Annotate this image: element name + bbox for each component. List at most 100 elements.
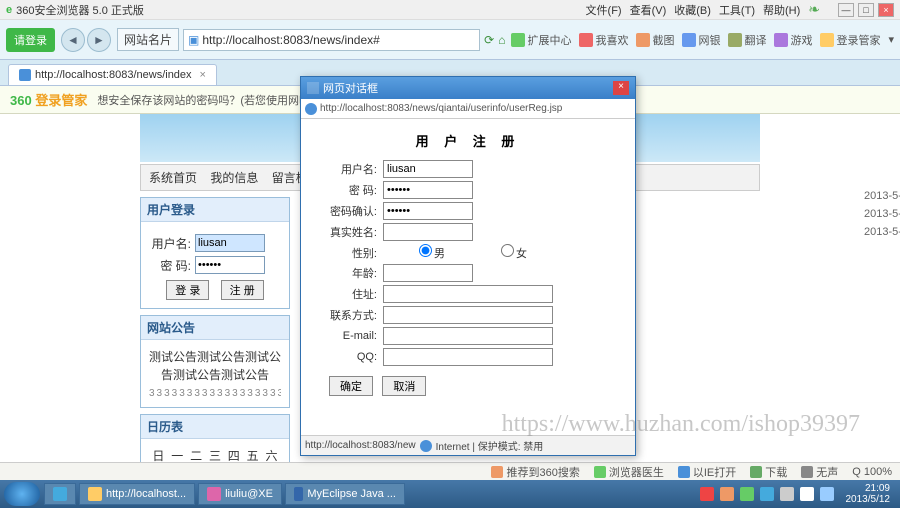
start-button[interactable] xyxy=(4,482,40,506)
reg-gender-male[interactable]: 男 xyxy=(383,244,451,261)
reg-email-input[interactable] xyxy=(383,327,553,345)
browser-statusbar: 推荐到360搜索 浏览器医生 以IE打开 下载 无声 Q 100% xyxy=(0,462,900,480)
bank-button[interactable]: 网银 xyxy=(682,32,720,48)
menu-tool[interactable]: 工具(T) xyxy=(719,2,755,18)
reg-contact-input[interactable] xyxy=(383,306,553,324)
reg-user-input[interactable] xyxy=(383,160,473,178)
dialog-title-text: 网页对话框 xyxy=(323,80,378,96)
sb-mute[interactable]: 无声 xyxy=(801,464,838,480)
tab-close-icon[interactable]: × xyxy=(200,69,206,81)
reg-qq-input[interactable] xyxy=(383,348,553,366)
menu-file[interactable]: 文件(F) xyxy=(586,2,622,18)
tray-date: 2013/5/12 xyxy=(846,494,891,505)
brand-360: 360 登录管家 xyxy=(10,90,87,109)
tray-icon-5[interactable] xyxy=(780,487,794,501)
reg-cancel-button[interactable]: 取消 xyxy=(382,376,426,396)
login-pass-label: 密 码: xyxy=(149,257,191,274)
sb-pin[interactable]: 推荐到360搜索 xyxy=(491,464,579,480)
reg-gender-female-radio[interactable] xyxy=(501,244,514,257)
home-button[interactable]: ⌂ xyxy=(498,33,505,47)
reg-realname-input[interactable] xyxy=(383,223,473,241)
maximize-button[interactable]: □ xyxy=(858,3,874,17)
site-card-button[interactable]: 网站名片 xyxy=(117,28,179,51)
dialog-icon xyxy=(307,82,319,94)
translate-button[interactable]: 翻译 xyxy=(728,32,766,48)
game-button[interactable]: 游戏 xyxy=(774,32,812,48)
tab-active[interactable]: http://localhost:8083/news/index × xyxy=(8,64,217,85)
reg-pass-input[interactable] xyxy=(383,181,473,199)
notice-scroll: 33333333333333333333333333 xyxy=(149,388,281,399)
tray-icon-7[interactable] xyxy=(820,487,834,501)
sb-ie-open[interactable]: 以IE打开 xyxy=(678,464,736,480)
refresh-button[interactable]: ⟳ xyxy=(484,33,494,47)
tray-time: 21:09 xyxy=(846,483,891,494)
nav-myinfo[interactable]: 我的信息 xyxy=(210,171,258,185)
task-eclipse[interactable]: MyEclipse Java ... xyxy=(285,483,405,505)
reg-qq-label: QQ: xyxy=(315,351,383,363)
dialog-status-zone: Internet | 保护模式: 禁用 xyxy=(436,438,544,453)
reg-gender-female[interactable]: 女 xyxy=(465,244,533,261)
reg-confirm-input[interactable] xyxy=(383,202,473,220)
login-register-button[interactable]: 注 册 xyxy=(221,280,264,300)
sb-zoom[interactable]: Q 100% xyxy=(852,466,892,478)
menu-view[interactable]: 查看(V) xyxy=(630,2,667,18)
task-browser[interactable]: http://localhost... xyxy=(79,483,195,505)
tray-icon-4[interactable] xyxy=(760,487,774,501)
reg-confirm-label: 密码确认: xyxy=(315,203,383,219)
reg-age-input[interactable] xyxy=(383,264,473,282)
dialog-close-button[interactable]: × xyxy=(613,81,629,95)
tray-icon-3[interactable] xyxy=(740,487,754,501)
nav-forward-button[interactable]: ► xyxy=(87,28,111,52)
screenshot-button[interactable]: 截图 xyxy=(636,32,674,48)
task-ie[interactable] xyxy=(44,483,76,505)
calendar-header: 日历表 xyxy=(141,415,289,439)
key-icon xyxy=(820,33,834,47)
db-task-icon xyxy=(207,487,221,501)
nav-back-button[interactable]: ◄ xyxy=(61,28,85,52)
ie-zone-icon xyxy=(420,440,432,452)
ie-task-icon xyxy=(53,487,67,501)
menu-help[interactable]: 帮助(H) xyxy=(763,2,800,18)
game-icon xyxy=(774,33,788,47)
login-mgr-button[interactable]: 登录管家 xyxy=(820,32,880,48)
tray-icon-2[interactable] xyxy=(720,487,734,501)
minimize-button[interactable]: — xyxy=(838,3,854,17)
login-pass-input[interactable] xyxy=(195,256,265,274)
ie-icon xyxy=(678,466,690,478)
news-date-2: 2013-5-12 21:04:23 xyxy=(864,208,900,220)
browser-titlebar: e 360安全浏览器 5.0 正式版 文件(F) 查看(V) 收藏(B) 工具(… xyxy=(0,0,900,20)
pin-icon xyxy=(491,466,503,478)
close-button[interactable]: × xyxy=(878,3,894,17)
sb-doctor[interactable]: 浏览器医生 xyxy=(594,464,664,480)
skin-icon[interactable]: ❧ xyxy=(808,1,820,18)
reg-gender-label: 性别: xyxy=(315,245,383,261)
menu-fav[interactable]: 收藏(B) xyxy=(674,2,711,18)
notice-header: 网站公告 xyxy=(141,316,289,340)
dialog-titlebar[interactable]: 网页对话框 × xyxy=(301,77,635,99)
mute-icon xyxy=(801,466,813,478)
tab-label: http://localhost:8083/news/index xyxy=(35,69,192,81)
login-user-input[interactable] xyxy=(195,234,265,252)
reg-ok-button[interactable]: 确定 xyxy=(329,376,373,396)
reg-age-label: 年龄: xyxy=(315,265,383,281)
task-db[interactable]: liuliu@XE xyxy=(198,483,282,505)
tray-icon-6[interactable] xyxy=(800,487,814,501)
reg-gender-male-radio[interactable] xyxy=(419,244,432,257)
nav-home[interactable]: 系统首页 xyxy=(149,171,197,185)
ext-center-button[interactable]: 扩展中心 xyxy=(511,32,571,48)
like-button[interactable]: 我喜欢 xyxy=(579,32,628,48)
news-date-1: 2013-5-12 21:05:14 xyxy=(864,190,900,202)
register-dialog: 网页对话框 × http://localhost:8083/news/qiant… xyxy=(300,76,636,456)
tray-clock[interactable]: 21:09 2013/5/12 xyxy=(840,483,897,505)
login-submit-button[interactable]: 登 录 xyxy=(166,280,209,300)
sb-download[interactable]: 下载 xyxy=(750,464,787,480)
dialog-status-bar: http://localhost:8083/new Internet | 保护模… xyxy=(301,435,635,455)
download-icon xyxy=(750,466,762,478)
address-bar[interactable]: ▣ http://localhost:8083/news/index# xyxy=(183,29,480,51)
more-tools-button[interactable]: ▾ xyxy=(888,33,894,46)
browser-login-button[interactable]: 请登录 xyxy=(6,28,55,52)
address-text: http://localhost:8083/news/index# xyxy=(202,33,379,47)
tray-icon-1[interactable] xyxy=(700,487,714,501)
translate-icon xyxy=(728,33,742,47)
reg-addr-input[interactable] xyxy=(383,285,553,303)
